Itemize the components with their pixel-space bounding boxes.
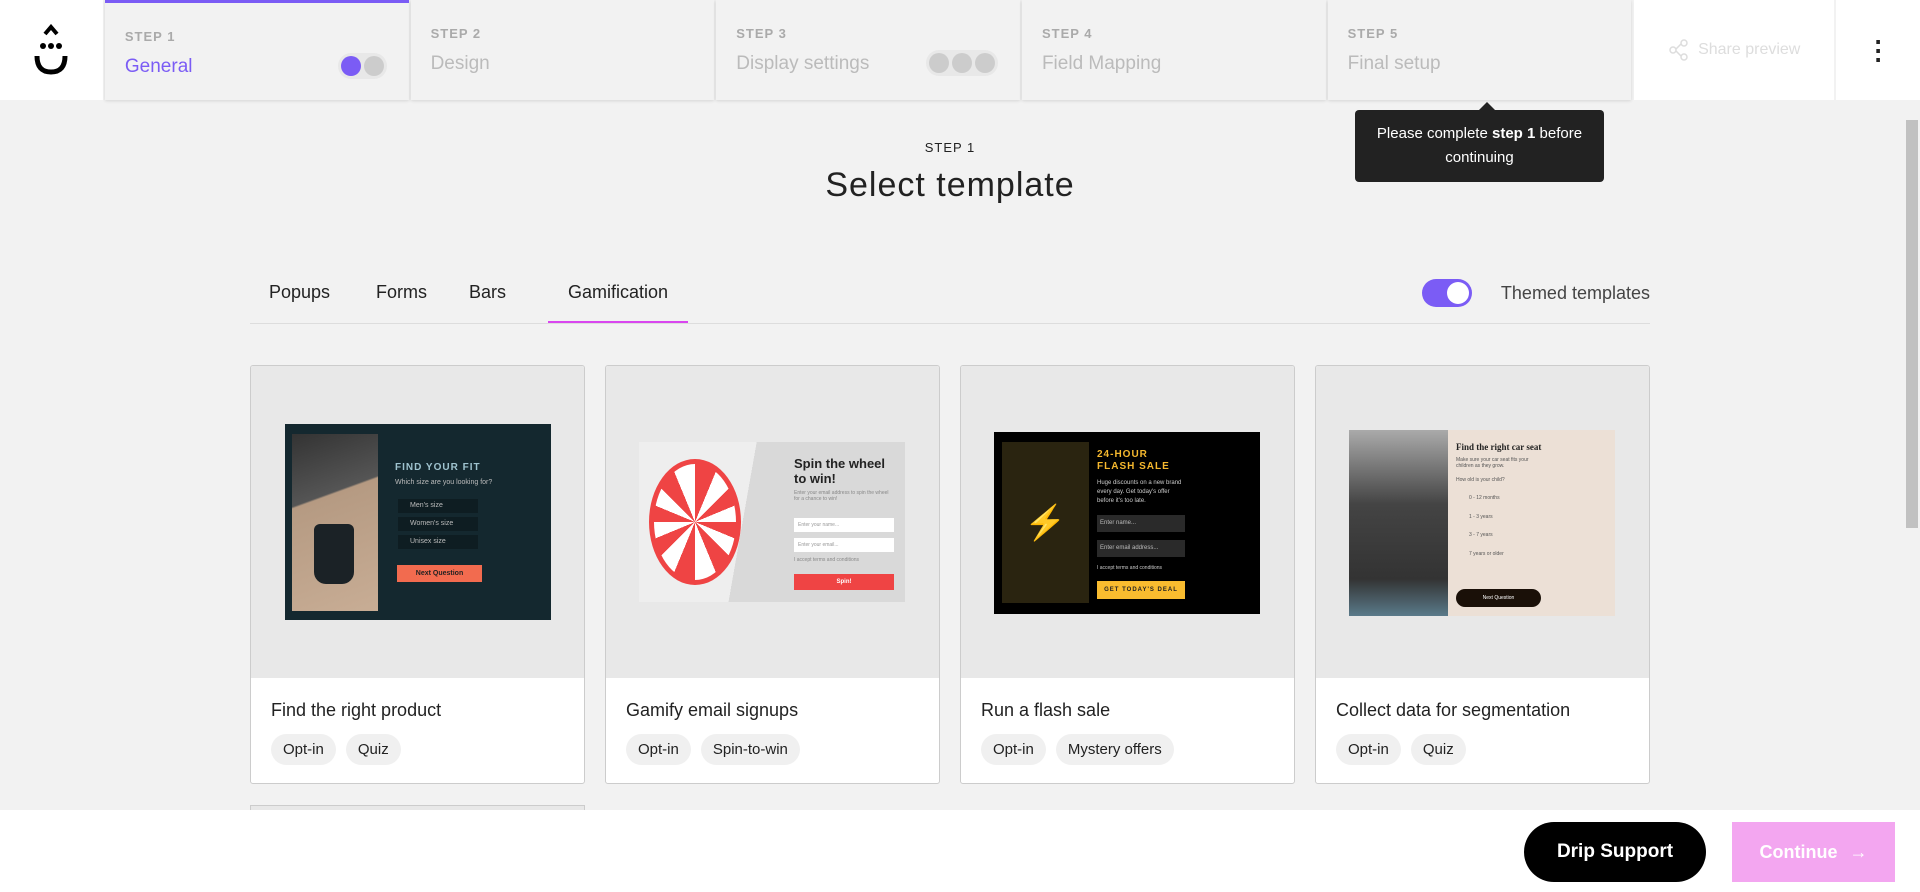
template-card[interactable]: Find the right car seat Make sure your c… <box>1315 365 1650 784</box>
tag: Opt-in <box>271 734 336 765</box>
page-title: Select template <box>825 166 1075 204</box>
template-card[interactable]: ⚡ 24-HOUR FLASH SALE Huge discounts on a… <box>960 365 1295 784</box>
step-name: Field Mapping <box>1041 53 1162 74</box>
card-title: Collect data for segmentation <box>1336 700 1571 720</box>
step-name: Final setup <box>1347 53 1441 74</box>
step-field-mapping[interactable]: STEP 4 Field Mapping <box>1021 0 1326 100</box>
step-final-setup[interactable]: STEP 5 Final setup <box>1327 0 1632 100</box>
step-label: STEP 2 <box>430 26 482 41</box>
tag: Opt-in <box>981 734 1046 765</box>
tag: Spin-to-win <box>700 734 800 765</box>
template-tabs: Popups Forms Bars Gamification Themed te… <box>250 272 1650 324</box>
template-card[interactable]: FIND YOUR FIT Which size are you looking… <box>250 365 585 784</box>
step-display-settings[interactable]: STEP 3 Display settings <box>716 0 1020 100</box>
template-preview: FIND YOUR FIT Which size are you looking… <box>251 366 584 678</box>
step-label: STEP 5 <box>1347 26 1399 41</box>
step-label: STEP 4 <box>1041 26 1093 41</box>
arrow-right-icon: → <box>1849 841 1868 862</box>
tag: Opt-in <box>1336 734 1401 765</box>
tag: Mystery offers <box>1055 734 1174 765</box>
step-name: General <box>124 56 193 77</box>
more-vertical-icon[interactable]: ⋮ <box>1836 0 1920 100</box>
tag: Quiz <box>345 734 401 765</box>
card-title: Gamify email signups <box>626 700 799 720</box>
progress-dots <box>337 53 387 79</box>
template-card[interactable]: Spin the wheel to win! Enter your email … <box>605 365 940 784</box>
drip-logo[interactable] <box>0 0 103 100</box>
share-preview-button[interactable]: Share preview <box>1634 0 1835 100</box>
template-preview: ⚡ 24-HOUR FLASH SALE Huge discounts on a… <box>961 366 1294 678</box>
lightning-icon: ⚡ <box>1002 442 1089 603</box>
step-name: Display settings <box>736 53 870 74</box>
card-title: Run a flash sale <box>981 700 1111 720</box>
template-preview: Spin the wheel to win! Enter your email … <box>606 366 939 678</box>
continue-button[interactable]: Continue → <box>1732 822 1895 882</box>
step-label: STEP 3 <box>736 26 787 41</box>
step-kicker: STEP 1 <box>924 140 976 155</box>
scrollbar[interactable] <box>1904 100 1920 810</box>
tab-popups[interactable]: Popups <box>269 282 330 323</box>
scrollbar-thumb[interactable] <box>1906 120 1918 528</box>
step-general[interactable]: STEP 1 General <box>104 0 409 100</box>
progress-dots <box>925 50 998 76</box>
tab-gamification[interactable]: Gamification <box>548 282 689 323</box>
themed-templates-label: Themed templates <box>1500 283 1650 303</box>
tag: Quiz <box>1410 734 1466 765</box>
share-preview-label: Share preview <box>1698 41 1801 58</box>
step-name: Design <box>430 53 490 74</box>
step-header: STEP 1 General STEP 2 Design STEP 3 Disp… <box>0 0 1920 100</box>
tag: Opt-in <box>626 734 691 765</box>
tab-bars[interactable]: Bars <box>469 282 506 323</box>
tab-forms[interactable]: Forms <box>376 282 427 323</box>
share-icon <box>1669 39 1688 61</box>
step-label: STEP 1 <box>124 29 176 44</box>
footer-bar: Drip Support Continue → <box>0 810 1920 892</box>
drip-support-button[interactable]: Drip Support <box>1524 822 1706 882</box>
themed-templates-toggle[interactable] <box>1422 279 1472 307</box>
template-preview: Find the right car seat Make sure your c… <box>1316 366 1649 678</box>
step-design[interactable]: STEP 2 Design <box>410 0 715 100</box>
card-title: Find the right product <box>271 700 442 720</box>
